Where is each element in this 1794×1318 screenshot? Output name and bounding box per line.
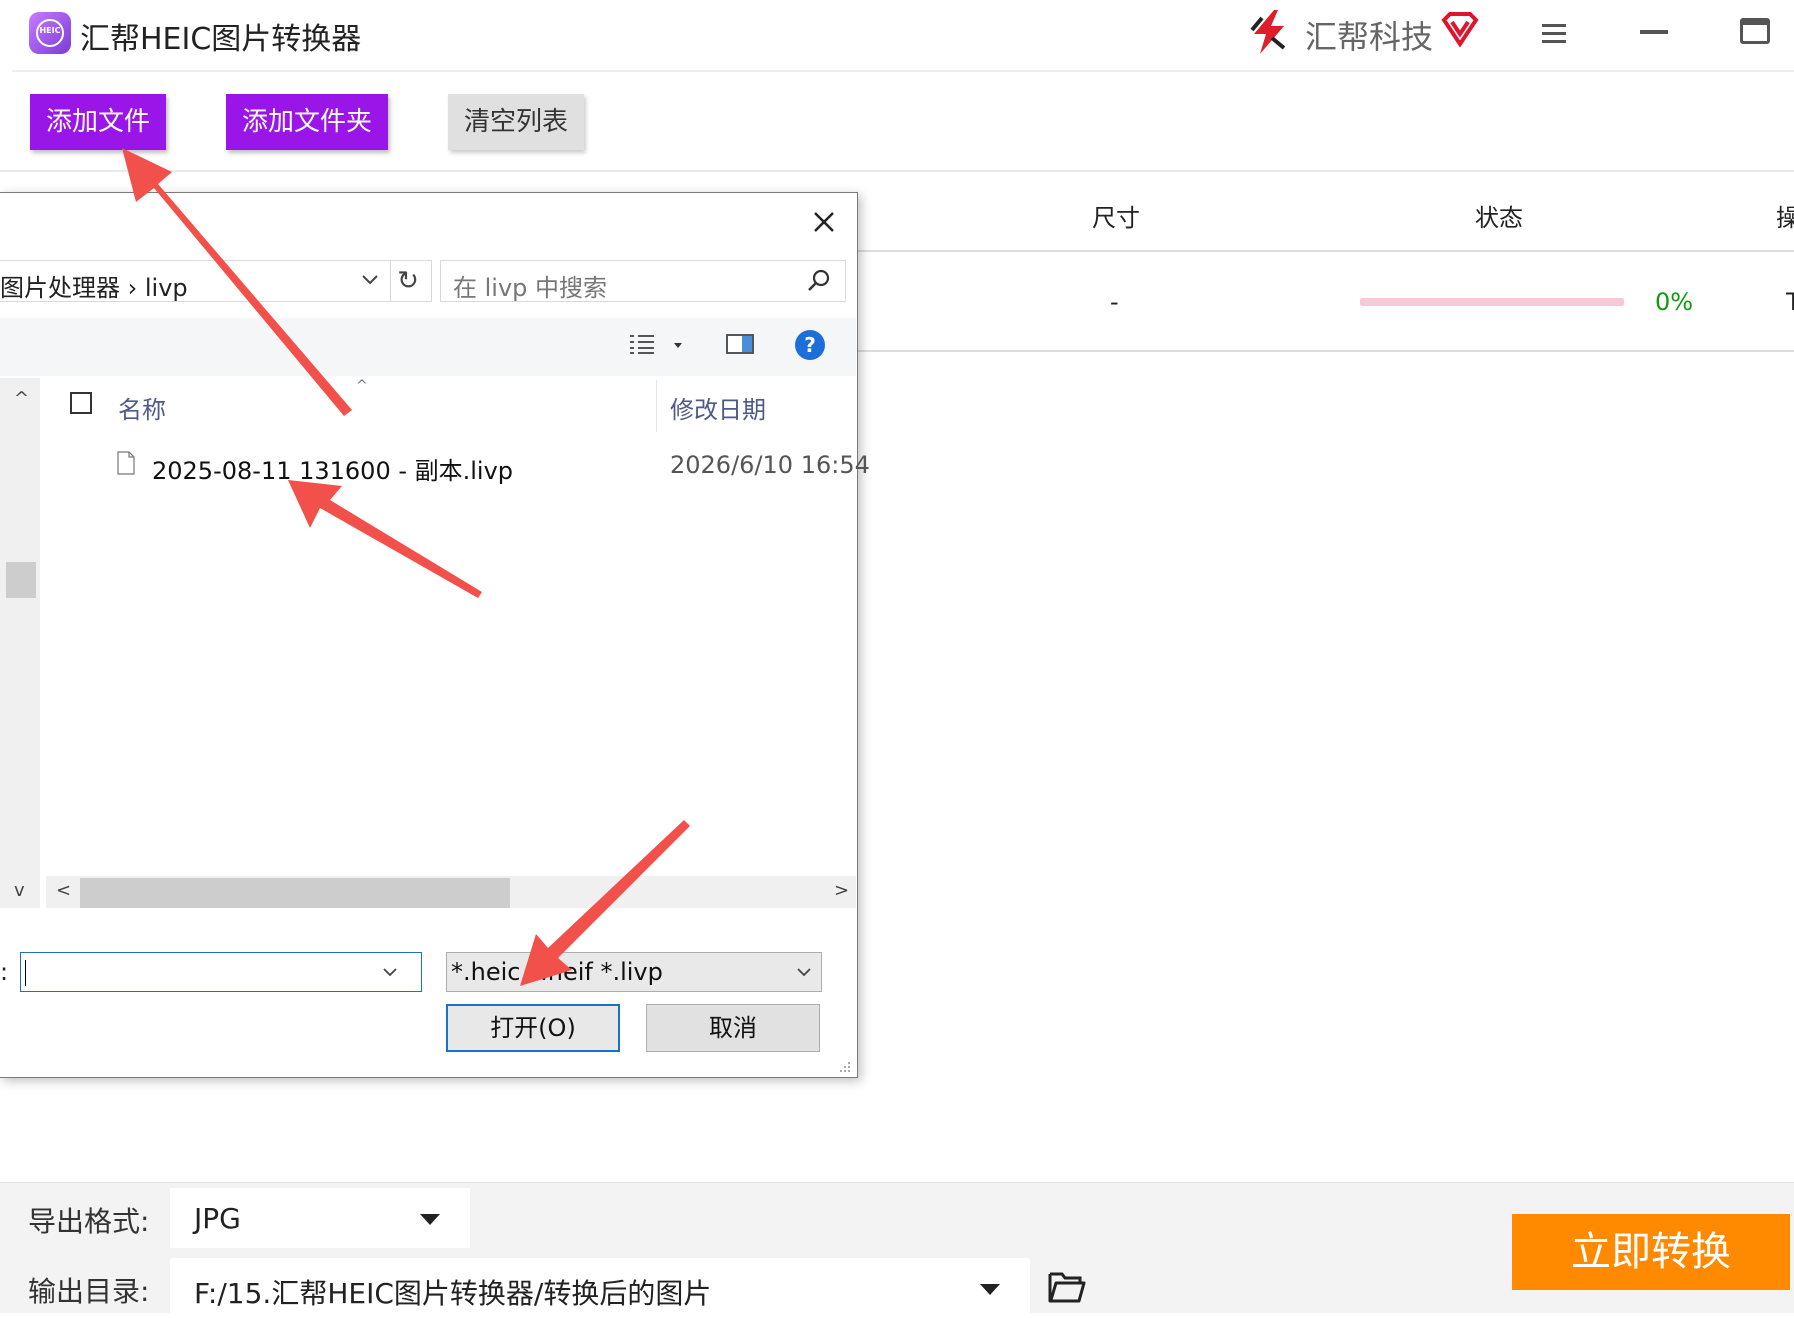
column-divider[interactable] bbox=[656, 380, 657, 432]
pane-divider[interactable] bbox=[42, 378, 44, 908]
search-input[interactable]: 在 livp 中搜索 bbox=[440, 260, 846, 302]
column-status-header: 状态 bbox=[1475, 204, 1523, 232]
format-value: JPG bbox=[194, 1202, 241, 1235]
minimize-icon[interactable] bbox=[1640, 30, 1668, 34]
app-title: 汇帮HEIC图片转换器 bbox=[80, 22, 362, 57]
app-logo-text: HEIC bbox=[39, 26, 61, 35]
file-list-item-name[interactable]: 2025-08-11 131600 - 副本.livp bbox=[152, 451, 513, 486]
file-icon bbox=[117, 451, 135, 475]
output-dir-label: 输出目录: bbox=[28, 1275, 150, 1308]
view-list-icon[interactable] bbox=[628, 333, 656, 355]
chevron-down-icon[interactable] bbox=[674, 343, 682, 348]
row-size-cell: - bbox=[1110, 288, 1119, 316]
cancel-button[interactable]: 取消 bbox=[646, 1004, 820, 1052]
file-type-select[interactable]: *.heic *.heif *.livp bbox=[446, 952, 822, 992]
row-operation-cell[interactable]: T bbox=[1786, 288, 1794, 316]
clear-list-button[interactable]: 清空列表 bbox=[448, 94, 584, 150]
brand-name: 汇帮科技 bbox=[1305, 18, 1434, 56]
chevron-down-icon[interactable] bbox=[797, 967, 811, 977]
chevron-down-icon bbox=[980, 1284, 1000, 1295]
close-icon[interactable] bbox=[810, 208, 838, 236]
column-operation-header: 操 bbox=[1776, 204, 1794, 232]
convert-now-button[interactable]: 立即转换 bbox=[1512, 1214, 1790, 1290]
horizontal-scrollbar-thumb[interactable] bbox=[80, 878, 510, 908]
column-date-header[interactable]: 修改日期 bbox=[670, 390, 766, 425]
navigation-pane[interactable] bbox=[0, 378, 40, 908]
nav-scrollbar-thumb[interactable] bbox=[6, 562, 36, 598]
text-cursor bbox=[25, 960, 26, 986]
resize-grip-icon[interactable] bbox=[836, 1058, 852, 1074]
open-button[interactable]: 打开(O) bbox=[446, 1004, 620, 1052]
file-type-value: *.heic *.heif *.livp bbox=[451, 958, 663, 986]
file-list-item-date: 2026/6/10 16:54 bbox=[670, 451, 870, 479]
maximize-icon[interactable] bbox=[1740, 18, 1770, 44]
app-logo-icon: HEIC bbox=[29, 12, 71, 54]
refresh-icon[interactable]: ↻ bbox=[390, 260, 425, 302]
chevron-down-icon[interactable] bbox=[383, 967, 397, 977]
search-icon[interactable] bbox=[807, 269, 831, 293]
filename-input[interactable] bbox=[20, 952, 422, 992]
scroll-down-icon[interactable]: v bbox=[14, 880, 25, 901]
progress-bar bbox=[1360, 298, 1624, 306]
chevron-down-icon[interactable] bbox=[362, 275, 378, 285]
search-placeholder: 在 livp 中搜索 bbox=[453, 274, 608, 302]
help-icon[interactable]: ? bbox=[795, 330, 825, 360]
chevron-down-icon bbox=[420, 1214, 440, 1225]
add-file-button[interactable]: 添加文件 bbox=[30, 94, 166, 150]
progress-percent: 0% bbox=[1655, 288, 1694, 316]
column-name-header[interactable]: 名称 bbox=[118, 390, 166, 425]
folder-open-icon[interactable] bbox=[1048, 1270, 1086, 1304]
scroll-left-icon[interactable]: < bbox=[56, 880, 71, 901]
sort-indicator-icon: ^ bbox=[356, 378, 368, 394]
output-dir-value: F:/15.汇帮HEIC图片转换器/转换后的图片 bbox=[194, 1277, 712, 1310]
menu-icon[interactable] bbox=[1540, 20, 1568, 48]
breadcrumb[interactable]: 图片处理器 › livp bbox=[0, 268, 188, 303]
vip-icon[interactable] bbox=[1440, 10, 1480, 50]
column-size-header: 尺寸 bbox=[1092, 204, 1140, 232]
format-label: 导出格式: bbox=[28, 1205, 150, 1238]
title-divider bbox=[12, 70, 1794, 72]
add-folder-button[interactable]: 添加文件夹 bbox=[226, 94, 388, 150]
select-all-checkbox[interactable] bbox=[70, 392, 92, 414]
header-divider bbox=[858, 250, 1794, 252]
scroll-right-icon[interactable]: > bbox=[834, 880, 849, 901]
output-dir-select[interactable]: F:/15.汇帮HEIC图片转换器/转换后的图片 bbox=[170, 1258, 1030, 1318]
row-divider bbox=[858, 350, 1794, 352]
brand-logo-icon bbox=[1250, 10, 1286, 54]
scroll-up-icon[interactable]: ^ bbox=[14, 388, 29, 409]
preview-pane-icon[interactable] bbox=[726, 334, 754, 354]
filename-label: : bbox=[0, 958, 9, 986]
address-bar[interactable]: 图片处理器 › livp bbox=[0, 260, 432, 302]
format-select[interactable]: JPG bbox=[170, 1188, 470, 1248]
